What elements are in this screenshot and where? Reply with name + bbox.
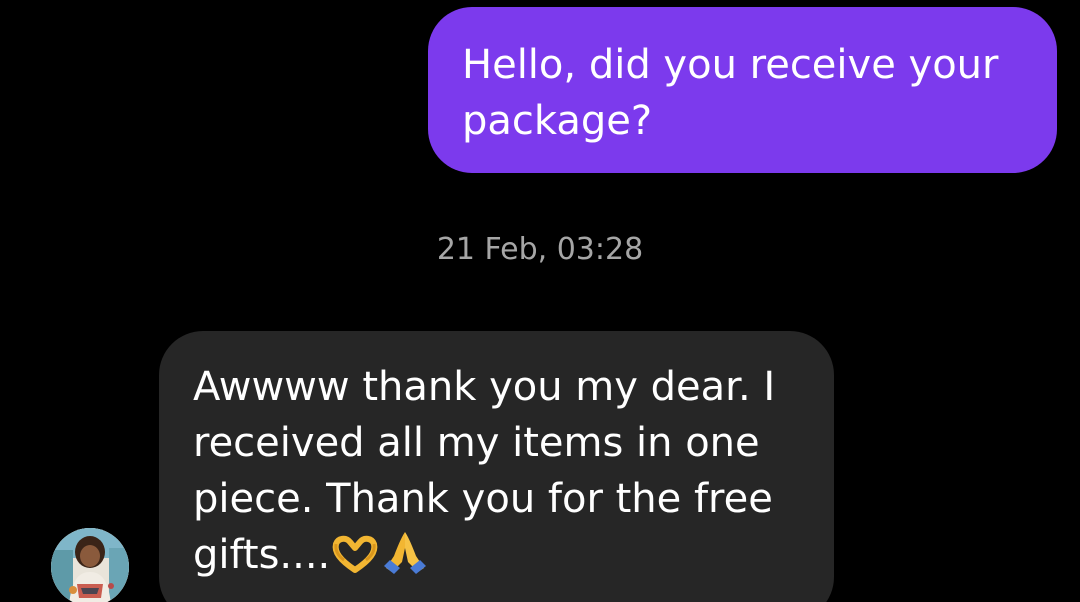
contact-avatar[interactable]	[51, 528, 129, 602]
heart-hands-icon	[330, 533, 380, 589]
incoming-message-bubble[interactable]: Awwww thank you my dear. I received all …	[159, 331, 834, 602]
incoming-message-text: Awwww thank you my dear. I received all …	[193, 364, 776, 578]
avatar-photo-icon	[51, 528, 129, 602]
message-timestamp: 21 Feb, 03:28	[436, 232, 644, 267]
outgoing-message-bubble[interactable]: Hello, did you receive your package?	[428, 7, 1057, 173]
folded-hands-icon	[380, 530, 430, 589]
outgoing-message-text: Hello, did you receive your package?	[462, 42, 999, 144]
chat-screen: Hello, did you receive your package? 21 …	[0, 0, 1080, 602]
